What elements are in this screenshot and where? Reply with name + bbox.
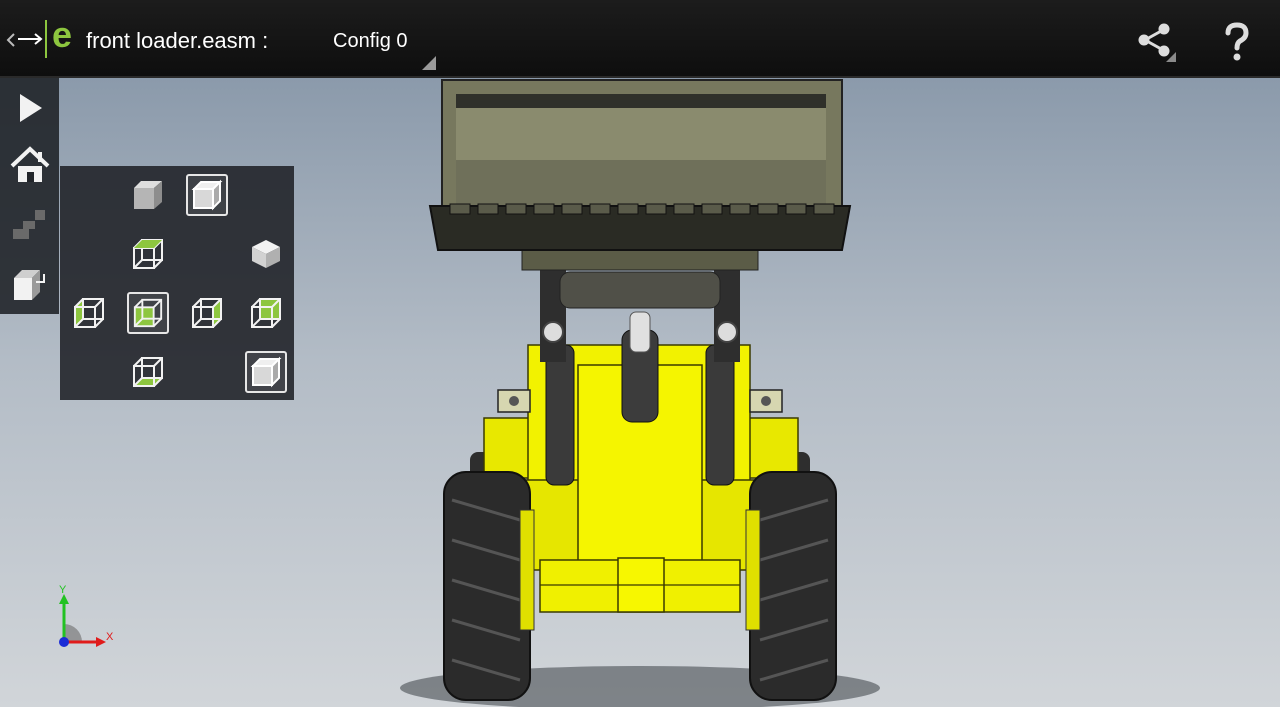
standard-views-panel	[60, 166, 294, 400]
help-button[interactable]	[1214, 18, 1260, 64]
up-navigation-button[interactable]: e	[4, 14, 80, 64]
front-face-cube-icon	[133, 298, 163, 328]
play-animation-button[interactable]	[8, 86, 52, 130]
bottom-view-button[interactable]	[127, 351, 169, 393]
top-face-cube-icon	[133, 239, 163, 269]
home-view-button[interactable]	[8, 144, 52, 188]
action-bar: e front loader.easm : Config 0	[0, 0, 1280, 78]
explode-icon	[13, 210, 45, 239]
configuration-dropdown[interactable]: Config 0	[318, 22, 438, 72]
isometric-view-button[interactable]	[127, 174, 169, 216]
back-face-cube-icon	[251, 298, 281, 328]
plain-cube-icon	[250, 356, 282, 388]
front-view-button[interactable]	[127, 292, 169, 334]
front-loader-model	[400, 79, 880, 707]
bottom-face-cube-icon	[133, 357, 163, 387]
standard-views-button[interactable]	[8, 262, 52, 306]
back-view-button[interactable]	[245, 292, 287, 334]
dropdown-caret-icon	[422, 56, 436, 70]
shaded-cube-icon	[134, 181, 162, 209]
white-cube-icon	[252, 240, 280, 268]
home-icon	[10, 146, 50, 182]
edrawings-logo-icon: e	[18, 14, 72, 58]
cube-outline-icon	[191, 179, 223, 211]
configuration-label: Config 0	[333, 30, 408, 52]
help-icon	[1225, 22, 1249, 61]
explode-button[interactable]	[8, 202, 52, 246]
right-view-button[interactable]	[186, 292, 228, 334]
tool-rail	[0, 78, 59, 314]
trimetric-view-button[interactable]	[186, 174, 228, 216]
share-icon	[1138, 23, 1176, 62]
play-icon	[20, 94, 42, 122]
x-axis-label: X	[106, 631, 114, 643]
share-button[interactable]	[1130, 18, 1184, 64]
y-axis-label: Y	[59, 584, 67, 596]
dimetric-view-button[interactable]	[245, 233, 287, 275]
normal-to-view-button[interactable]	[245, 351, 287, 393]
svg-text:e: e	[52, 14, 72, 55]
axis-triad: Y X	[59, 584, 114, 647]
top-view-button[interactable]	[127, 233, 169, 275]
file-title: front loader.easm :	[86, 28, 269, 53]
right-face-cube-icon	[192, 298, 222, 328]
left-face-cube-icon	[74, 298, 104, 328]
standard-views-icon	[14, 270, 45, 300]
left-view-button[interactable]	[68, 292, 110, 334]
